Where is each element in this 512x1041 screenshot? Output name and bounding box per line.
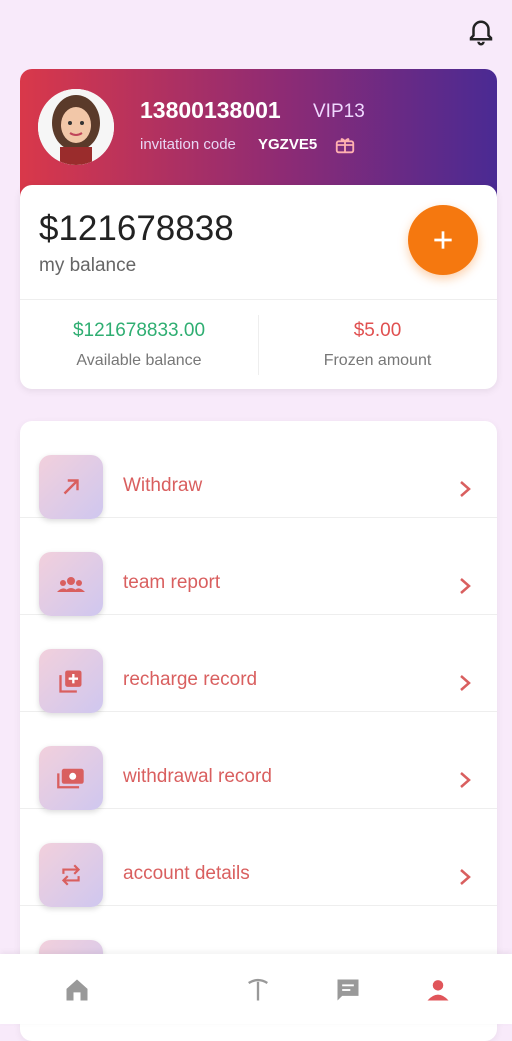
menu-label: recharge record: [123, 669, 258, 690]
chevron-right-icon: [460, 869, 471, 885]
recharge-add-button[interactable]: [408, 205, 478, 275]
avatar[interactable]: [38, 89, 114, 165]
balance-amount: $121678838: [39, 209, 234, 248]
user-icon[interactable]: [424, 976, 452, 1004]
task-icon[interactable]: [244, 976, 272, 1004]
vip-level: VIP13: [313, 101, 365, 122]
available-balance-value: $121678833.00: [72, 320, 206, 341]
add-record-icon: [39, 649, 103, 713]
menu-item-withdrawal-record[interactable]: withdrawal record: [20, 712, 497, 810]
swap-icon: [39, 843, 103, 907]
gift-icon[interactable]: [334, 134, 356, 156]
balance-label: my balance: [39, 255, 137, 276]
message-icon[interactable]: [334, 976, 362, 1004]
divider: [20, 299, 497, 300]
team-icon: [39, 552, 103, 616]
menu-label: team report: [123, 572, 221, 593]
home-icon[interactable]: [63, 976, 91, 1004]
menu-item-withdraw[interactable]: Withdraw: [20, 421, 497, 519]
chevron-right-icon: [460, 578, 471, 594]
invite-label: invitation code: [140, 136, 236, 153]
chevron-right-icon: [460, 481, 471, 497]
arrow-up-right-icon: [39, 455, 103, 519]
balance-card: $121678838 my balance $121678833.00 Avai…: [20, 185, 497, 389]
bottom-tab-bar: [0, 954, 512, 1024]
menu-item-team-report[interactable]: team report: [20, 518, 497, 616]
menu-item-account-details[interactable]: account details: [20, 809, 497, 907]
money-icon: [39, 746, 103, 810]
phone-number: 13800138001: [140, 97, 281, 123]
frozen-amount-label: Frozen amount: [323, 352, 432, 369]
available-balance-label: Available balance: [76, 352, 202, 369]
menu-label: account details: [123, 863, 250, 884]
chevron-right-icon: [460, 675, 471, 691]
invite-code: YGZVE5: [258, 136, 318, 153]
menu-list: Withdraw team report recharge record wit…: [20, 421, 497, 1041]
plus-icon: [434, 231, 452, 249]
menu-label: withdrawal record: [123, 766, 272, 787]
chevron-right-icon: [460, 772, 471, 788]
menu-item-recharge-record[interactable]: recharge record: [20, 615, 497, 713]
frozen-amount-value: $5.00: [353, 320, 402, 341]
menu-label: Withdraw: [123, 475, 203, 496]
bell-icon[interactable]: [466, 18, 496, 48]
